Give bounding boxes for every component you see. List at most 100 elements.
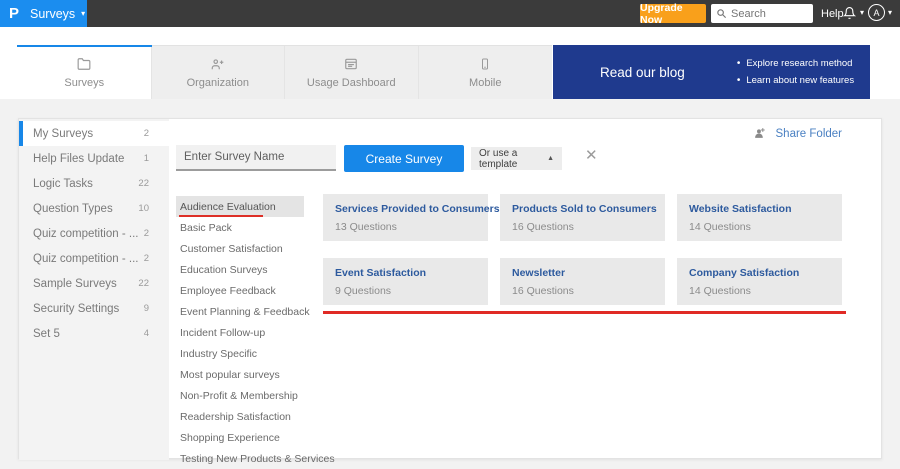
avatar: A [868,4,885,21]
search-input[interactable] [731,7,809,20]
template-card-questions: 16 Questions [512,221,574,233]
template-card-title: Event Satisfaction [335,267,427,279]
notifications-menu[interactable]: ▾ [843,6,864,20]
bell-icon [843,6,856,20]
blog-banner[interactable]: Read our blog Explore research methodLea… [553,45,870,99]
category-employee-feedback[interactable]: Employee Feedback [176,280,304,301]
create-survey-button[interactable]: Create Survey [344,145,464,172]
sidebar-item-count: 1 [143,153,149,164]
blog-bullet: Learn about new features [737,72,854,89]
sidebar-item-count: 2 [143,228,149,239]
blog-banner-bullets: Explore research methodLearn about new f… [737,55,854,89]
tab-usage-dashboard[interactable]: Usage Dashboard [285,46,419,99]
tab-label: Surveys [64,77,105,89]
share-folder-button[interactable]: Share Folder [752,127,842,140]
share-folder-label: Share Folder [775,127,842,140]
sidebar-item-count: 2 [143,128,149,139]
category-non-profit-membership[interactable]: Non-Profit & Membership [176,385,304,406]
tab-mobile[interactable]: Mobile [419,46,553,99]
people-add-icon [209,56,226,72]
category-basic-pack[interactable]: Basic Pack [176,217,304,238]
survey-name-input[interactable] [176,145,336,171]
category-most-popular-surveys[interactable]: Most popular surveys [176,364,304,385]
category-incident-follow-up[interactable]: Incident Follow-up [176,322,304,343]
red-annotation-line [323,311,846,314]
sidebar-item-label: My Surveys [33,127,94,140]
category-industry-specific[interactable]: Industry Specific [176,343,304,364]
template-card-website-satisfaction[interactable]: Website Satisfaction 14 Questions [677,194,842,241]
sidebar-item-label: Quiz competition - ... [33,252,139,265]
folder-icon [76,56,92,72]
template-card-title: Products Sold to Consumers [512,203,657,215]
sidebar-item-label: Question Types [33,202,113,215]
upgrade-now-button[interactable]: Upgrade Now [640,2,706,26]
product-switcher[interactable]: P Surveys ▾ [0,0,87,27]
template-card-event-satisfaction[interactable]: Event Satisfaction 9 Questions [323,258,488,305]
use-template-dropdown[interactable]: Or use a template ▲ [471,147,562,170]
sidebar-item-label: Quiz competition - ... [33,227,139,240]
sidebar-item-help-files-update[interactable]: Help Files Update 1 [19,146,169,171]
category-audience-evaluation[interactable]: Audience Evaluation [176,196,304,217]
sidebar-item-logic-tasks[interactable]: Logic Tasks 22 [19,171,169,196]
template-cards-grid: Services Provided to Consumers 13 Questio… [323,194,842,305]
category-readership-satisfaction[interactable]: Readership Satisfaction [176,406,304,427]
sidebar-item-count: 2 [143,253,149,264]
template-card-questions: 9 Questions [335,285,392,297]
sidebar-item-security-settings[interactable]: Security Settings 9 [19,296,169,321]
blog-banner-title: Read our blog [600,64,685,80]
topbar: P Surveys ▾ Upgrade Now Help ▾ A ▾ [0,0,900,27]
sidebar-item-set-5[interactable]: Set 5 4 [19,321,169,346]
category-education-surveys[interactable]: Education Surveys [176,259,304,280]
category-event-planning-feedback[interactable]: Event Planning & Feedback [176,301,310,322]
product-switcher-label: Surveys [30,6,76,21]
sidebar-item-sample-surveys[interactable]: Sample Surveys 22 [19,271,169,296]
mobile-icon [479,56,491,72]
sidebar-item-label: Security Settings [33,302,120,315]
topbar-search[interactable] [711,4,813,23]
sidebar-item-my-surveys[interactable]: My Surveys 2 [19,121,169,146]
category-customer-satisfaction[interactable]: Customer Satisfaction [176,238,304,259]
blog-bullet: Explore research method [737,55,854,72]
sidebar-item-count: 22 [138,178,149,189]
template-card-services-provided-to-consumers[interactable]: Services Provided to Consumers 13 Questio… [323,194,500,241]
chevron-down-icon: ▾ [888,7,893,17]
dashboard-icon [343,56,359,72]
sidebar-item-count: 10 [138,203,149,214]
template-card-questions: 14 Questions [689,285,751,297]
tab-label: Usage Dashboard [306,77,396,89]
sidebar-item-count: 22 [138,278,149,289]
sidebar-item-quiz-competition[interactable]: Quiz competition - ... 2 [19,221,169,246]
template-card-questions: 13 Questions [335,221,397,233]
close-icon[interactable]: ✕ [585,148,598,163]
sidebar-item-label: Logic Tasks [33,177,93,190]
template-card-title: Services Provided to Consumers [335,203,500,215]
sidebar-item-question-types[interactable]: Question Types 10 [19,196,169,221]
template-card-title: Company Satisfaction [689,267,800,279]
category-shopping-experience[interactable]: Shopping Experience [176,427,304,448]
account-menu[interactable]: A ▾ [868,4,892,21]
template-card-questions: 14 Questions [689,221,751,233]
sidebar-item-count: 9 [143,303,149,314]
help-link[interactable]: Help [821,8,844,20]
tab-label: Mobile [469,77,502,89]
tab-label: Organization [186,77,249,89]
sidebar-item-count: 4 [143,328,149,339]
template-card-newsletter[interactable]: Newsletter 16 Questions [500,258,665,305]
chevron-down-icon: ▾ [860,8,865,17]
sidebar-item-label: Help Files Update [33,152,125,165]
template-card-company-satisfaction[interactable]: Company Satisfaction 14 Questions [677,258,842,305]
template-card-products-sold-to-consumers[interactable]: Products Sold to Consumers 16 Questions [500,194,665,241]
use-template-label: Or use a template [479,147,518,170]
content-panel: My Surveys 2 Help Files Update 1 Logic Tasks… [18,118,882,465]
template-card-title: Website Satisfaction [689,203,792,215]
sidebar-item-label: Set 5 [33,327,60,340]
tab-organization[interactable]: Organization [152,46,285,99]
search-icon [716,8,727,19]
sidebar-item-quiz-competition[interactable]: Quiz competition - ... 2 [19,246,169,271]
chevron-down-icon: ▾ [81,8,86,18]
tab-surveys[interactable]: Surveys [17,45,152,99]
chevron-up-icon: ▲ [547,155,554,162]
template-card-title: Newsletter [512,267,566,279]
sidebar-item-label: Sample Surveys [33,277,117,290]
nav-tabs: Surveys Organization Usage Dashboard Mobile [17,45,553,99]
